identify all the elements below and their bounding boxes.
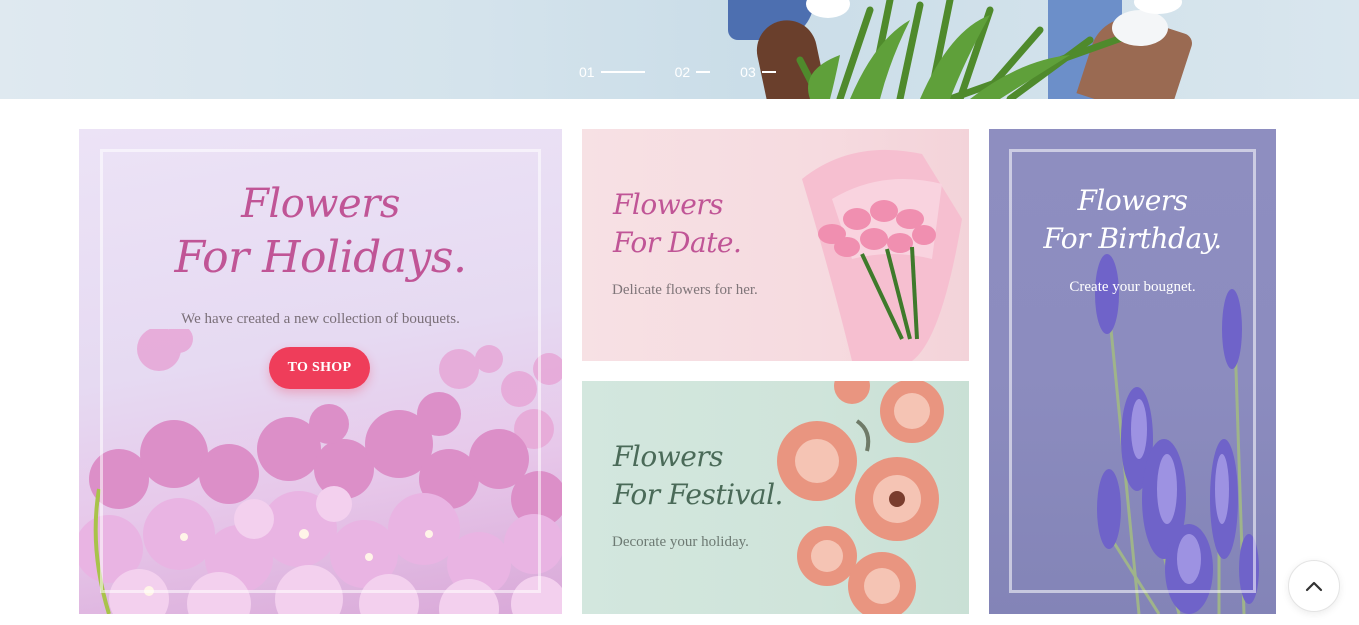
slide-dot-indicator xyxy=(696,71,711,73)
slide-dot-label: 01 xyxy=(579,64,595,80)
dahlia-flowers-image xyxy=(777,381,944,614)
banner-title: Flowers For Holidays. xyxy=(79,181,562,284)
hero-tulip-bouquet-image xyxy=(796,0,1182,99)
banner-festival[interactable]: Flowers For Festival. Decorate your holi… xyxy=(582,381,969,614)
banner-title-line2: For Date. xyxy=(613,226,742,260)
banner-title: Flowers For Birthday. xyxy=(989,184,1276,256)
banner-title: Flowers For Date. xyxy=(613,188,742,260)
hero-slider: 01 02 03 xyxy=(0,0,1359,99)
banner-title-line1: Flowers xyxy=(613,440,724,473)
slide-dot-indicator xyxy=(600,71,645,73)
slide-dot-1[interactable]: 01 xyxy=(579,64,645,80)
banner-date[interactable]: Flowers For Date. Delicate flowers for h… xyxy=(582,129,969,361)
chevron-up-icon xyxy=(1305,581,1323,592)
banner-title-line1: Flowers xyxy=(1077,184,1188,217)
banner-title-line1: Flowers xyxy=(241,181,400,227)
banner-title-line2: For Festival. xyxy=(613,478,783,512)
banner-title-line2: For Birthday. xyxy=(1043,222,1222,256)
slider-pagination: 01 02 03 xyxy=(579,64,776,80)
slide-dot-label: 03 xyxy=(740,64,756,80)
banner-holidays[interactable]: Flowers For Holidays. We have created a … xyxy=(79,129,562,614)
to-shop-button[interactable]: TO SHOP xyxy=(269,347,370,389)
banner-description: Delicate flowers for her. xyxy=(612,282,758,298)
banner-title-line2: For Holidays. xyxy=(174,232,467,283)
slide-dot-3[interactable]: 03 xyxy=(740,64,776,80)
scroll-to-top-button[interactable] xyxy=(1288,560,1340,612)
banner-description: We have created a new collection of bouq… xyxy=(181,311,460,327)
slide-dot-indicator xyxy=(761,71,776,73)
banner-title: Flowers For Festival. xyxy=(613,440,783,512)
lavender-flowers-image xyxy=(1095,254,1259,614)
banner-description: Create your bougnet. xyxy=(1069,279,1196,295)
banner-title-line1: Flowers xyxy=(613,188,724,221)
banner-description: Decorate your holiday. xyxy=(612,534,749,550)
slide-dot-2[interactable]: 02 xyxy=(675,64,711,80)
pink-tulip-bouquet-image xyxy=(802,149,962,361)
banner-birthday[interactable]: Flowers For Birthday. Create your bougne… xyxy=(989,129,1276,614)
slide-dot-label: 02 xyxy=(674,64,691,80)
